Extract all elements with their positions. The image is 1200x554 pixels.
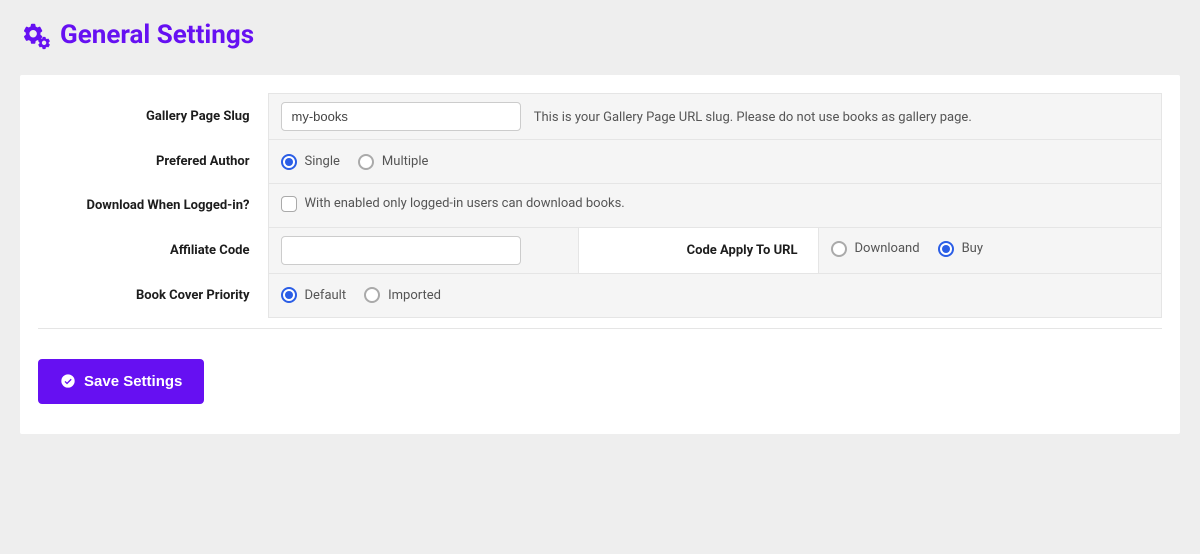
author-multiple-label: Multiple (382, 154, 428, 169)
gallery-slug-input[interactable] (281, 102, 521, 131)
affiliate-code-label: Affiliate Code (38, 228, 268, 274)
code-apply-label: Code Apply To URL (578, 228, 818, 274)
divider (38, 328, 1162, 329)
gears-icon (20, 20, 50, 50)
settings-form: Gallery Page Slug This is your Gallery P… (38, 93, 1162, 318)
code-apply-download-option[interactable]: Downloand (831, 241, 920, 257)
settings-panel: Gallery Page Slug This is your Gallery P… (20, 75, 1180, 434)
radio-icon (358, 154, 374, 170)
cover-imported-label: Imported (388, 288, 441, 303)
cover-imported-option[interactable]: Imported (364, 287, 441, 303)
radio-icon (364, 287, 380, 303)
author-single-option[interactable]: Single (281, 154, 340, 170)
save-settings-button[interactable]: Save Settings (38, 359, 204, 404)
checkbox-icon (281, 196, 297, 212)
check-circle-icon (60, 373, 76, 389)
page-title: General Settings (20, 20, 1180, 50)
affiliate-code-input[interactable] (281, 236, 521, 265)
preferred-author-label: Prefered Author (38, 140, 268, 184)
radio-icon (831, 241, 847, 257)
cover-priority-label: Book Cover Priority (38, 274, 268, 318)
radio-icon (281, 154, 297, 170)
download-logged-in-option[interactable]: With enabled only logged-in users can do… (281, 196, 625, 212)
code-apply-download-label: Downloand (855, 241, 920, 256)
page-title-text: General Settings (60, 20, 254, 50)
author-multiple-option[interactable]: Multiple (358, 154, 428, 170)
save-settings-label: Save Settings (84, 373, 182, 390)
author-single-label: Single (305, 154, 340, 169)
cover-default-option[interactable]: Default (281, 287, 347, 303)
radio-icon (281, 287, 297, 303)
code-apply-buy-option[interactable]: Buy (938, 241, 983, 257)
gallery-slug-helper: This is your Gallery Page URL slug. Plea… (534, 110, 972, 125)
radio-icon (938, 241, 954, 257)
code-apply-buy-label: Buy (962, 241, 983, 256)
download-logged-in-helper: With enabled only logged-in users can do… (305, 196, 625, 211)
download-logged-in-label: Download When Logged-in? (38, 184, 268, 228)
cover-default-label: Default (305, 288, 347, 303)
gallery-slug-label: Gallery Page Slug (38, 94, 268, 140)
